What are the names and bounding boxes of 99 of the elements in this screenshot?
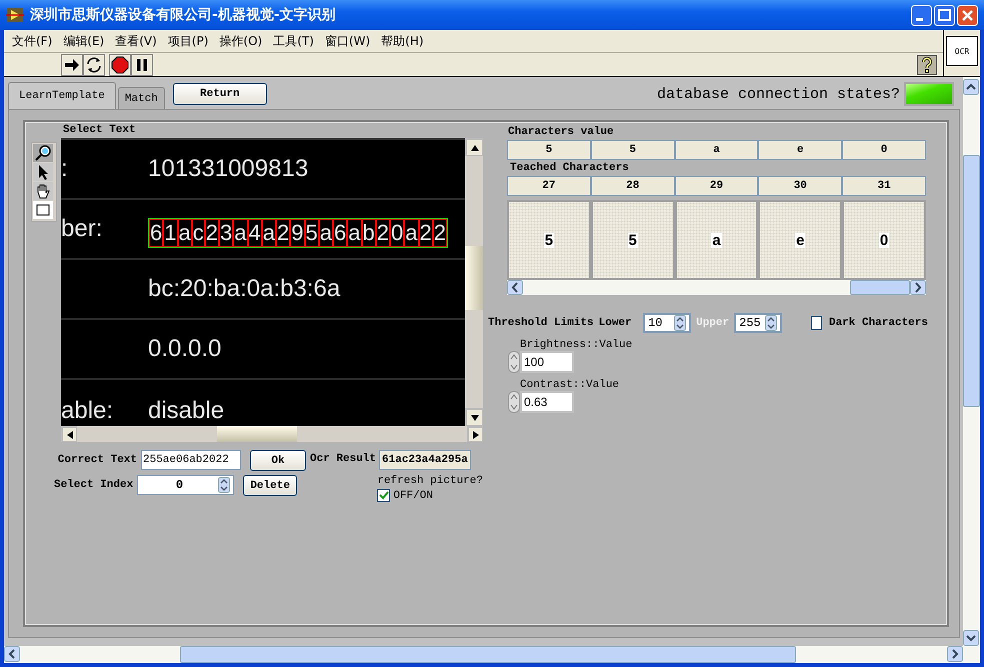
brightness-label: Brightness::Value <box>520 339 634 351</box>
character-glyph: 5 <box>628 232 638 248</box>
image-label-text: : <box>61 156 68 182</box>
ocr-badge: OCR <box>946 36 978 66</box>
increment-icon[interactable] <box>508 351 520 373</box>
character-cell: 5 <box>590 140 675 160</box>
menu-item[interactable]: 项目(P) <box>166 32 218 50</box>
index-cell: 30 <box>758 176 842 196</box>
threshold-label: Threshold Limits <box>488 317 594 329</box>
menu-item[interactable]: 操作(O) <box>217 32 272 50</box>
tiles-scrollbar[interactable] <box>507 280 926 295</box>
character-cell: a <box>674 140 758 160</box>
scroll-right-icon[interactable] <box>910 280 926 295</box>
checkbox[interactable] <box>811 316 822 330</box>
spinner-arrows-icon[interactable] <box>765 315 778 331</box>
checkbox-label: OFF/ON <box>393 490 433 502</box>
scroll-up-icon[interactable] <box>963 79 979 95</box>
index-cell: 27 <box>507 176 591 196</box>
lower-field[interactable]: 10 <box>643 313 692 333</box>
tab[interactable]: LearnTemplate <box>8 82 116 109</box>
app-icon <box>6 7 24 23</box>
pause-icon[interactable] <box>131 54 153 76</box>
vertical-scrollbar[interactable] <box>963 77 980 646</box>
field-label: Correct Text <box>56 453 137 466</box>
character-cell: 0 <box>842 140 926 160</box>
scroll-left-icon[interactable] <box>61 426 77 442</box>
character-cell: e <box>758 140 842 160</box>
index-cell: 29 <box>674 176 758 196</box>
scroll-right-icon[interactable] <box>947 646 963 662</box>
spinner-arrows-icon[interactable] <box>674 315 686 331</box>
spinner-arrows-icon[interactable] <box>218 477 230 493</box>
help-icon[interactable] <box>917 54 937 74</box>
section-label: Teached Characters <box>510 162 630 174</box>
menu-item[interactable]: 帮助(H) <box>379 32 433 50</box>
zoom-tool-icon[interactable] <box>33 144 53 162</box>
character-glyph: e <box>795 232 806 248</box>
scroll-left-icon[interactable] <box>507 280 523 295</box>
text-selection[interactable]: 61ac23a4a295a6ab20a22 <box>148 218 448 248</box>
close-button[interactable] <box>957 4 978 26</box>
contrast-label: Contrast::Value <box>520 379 620 391</box>
minimize-button[interactable] <box>911 4 932 26</box>
delete-button[interactable]: Delete <box>242 475 298 496</box>
image-vertical-scrollbar[interactable] <box>465 138 483 426</box>
character-cell: 5 <box>507 140 591 160</box>
menu-item[interactable]: 文件(F) <box>10 32 62 50</box>
ocr-result-field: 61ac23a4a295a <box>379 450 471 470</box>
scroll-left-icon[interactable] <box>4 646 20 662</box>
image-value-text: disable <box>148 398 224 424</box>
lower-label: Lower <box>598 317 632 329</box>
image-label-text: able: <box>61 398 114 424</box>
scroll-down-icon[interactable] <box>465 408 483 426</box>
upper-label: Upper <box>696 317 730 329</box>
menu-item[interactable]: 窗口(W) <box>322 32 380 50</box>
image-horizontal-scrollbar[interactable] <box>61 426 483 442</box>
field-label: Select Index <box>52 478 134 491</box>
checkbox-label: Dark Characters <box>828 317 928 329</box>
scroll-right-icon[interactable] <box>467 426 483 442</box>
refresh-label: refresh picture? <box>377 475 483 487</box>
rectangle-tool-icon[interactable] <box>33 201 53 219</box>
status-label: database connection states? <box>656 86 900 103</box>
window-title: 深圳市思斯仪器设备有限公司-机器视觉-文字识别 <box>30 6 336 24</box>
correct-text-field[interactable]: 255ae06ab2022 <box>141 450 241 470</box>
index-cell: 28 <box>590 176 675 196</box>
image-value-text: 0.0.0.0 <box>148 336 222 362</box>
contrast-field[interactable]: 0.63 <box>520 391 574 413</box>
image-value-text: bc:20:ba:0a:b3:6a <box>148 276 340 302</box>
section-label: Select Text <box>63 124 137 138</box>
image-label-text: ber: <box>61 216 102 242</box>
brightness-field[interactable]: 100 <box>520 351 574 373</box>
menu-item[interactable]: 查看(V) <box>113 32 166 50</box>
section-label: Characters value <box>508 126 615 138</box>
character-glyph: 0 <box>878 232 890 248</box>
return-button[interactable]: Return <box>172 83 267 105</box>
character-glyph: 5 <box>544 232 554 248</box>
menu-item[interactable]: 工具(T) <box>271 32 323 50</box>
scroll-thumb[interactable] <box>850 280 910 295</box>
increment-icon[interactable] <box>508 391 520 413</box>
menu-item[interactable]: 编辑(E) <box>61 32 114 50</box>
horizontal-scrollbar[interactable] <box>4 646 980 663</box>
scroll-thumb[interactable] <box>180 646 796 663</box>
scroll-thumb[interactable] <box>963 155 980 407</box>
run-continuously-icon[interactable] <box>83 54 105 76</box>
character-glyph: a <box>711 232 722 248</box>
scroll-thumb[interactable] <box>217 426 297 442</box>
index-field[interactable]: 0 <box>137 475 234 495</box>
checkbox[interactable] <box>377 489 390 502</box>
maximize-button[interactable] <box>934 4 955 26</box>
pointer-tool-icon[interactable] <box>33 163 53 181</box>
scroll-up-icon[interactable] <box>465 138 483 156</box>
scroll-down-icon[interactable] <box>963 630 979 646</box>
hand-tool-icon[interactable] <box>33 182 53 200</box>
image-value-text: 101331009813 <box>148 156 308 182</box>
index-cell: 31 <box>842 176 926 196</box>
abort-icon[interactable] <box>109 54 131 76</box>
ok-button[interactable]: Ok <box>250 450 306 471</box>
tab[interactable]: Match <box>118 87 165 109</box>
scroll-thumb[interactable] <box>465 246 483 310</box>
field-label: Ocr Result <box>310 452 376 465</box>
upper-field[interactable]: 255 <box>734 313 782 333</box>
